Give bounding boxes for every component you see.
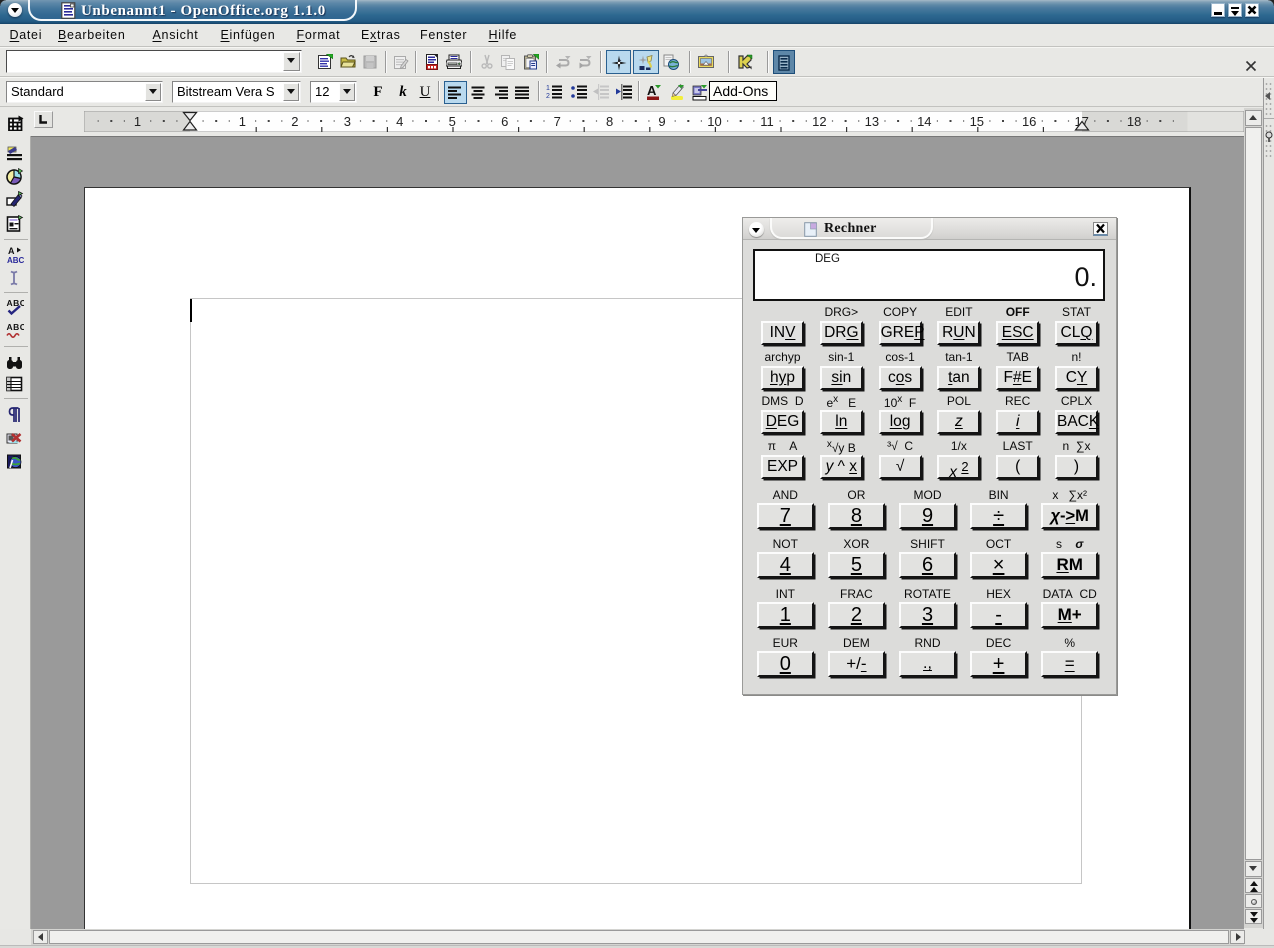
svg-text:8: 8	[606, 114, 613, 129]
svg-text:1: 1	[546, 85, 550, 92]
svg-text:2: 2	[291, 114, 298, 129]
svg-text:3: 3	[344, 114, 351, 129]
svg-text:A: A	[647, 84, 657, 98]
svg-text:15: 15	[970, 114, 984, 129]
svg-text:ABC: ABC	[7, 256, 24, 264]
svg-text:14: 14	[917, 114, 931, 129]
svg-text:ABC: ABC	[7, 298, 25, 308]
svg-text:4: 4	[396, 114, 403, 129]
svg-text:1: 1	[239, 114, 246, 129]
svg-text:12: 12	[812, 114, 826, 129]
svg-text:18: 18	[1127, 114, 1141, 129]
svg-text:16: 16	[1022, 114, 1036, 129]
svg-text:5: 5	[449, 114, 456, 129]
svg-text:1: 1	[134, 114, 141, 129]
svg-text:2: 2	[546, 93, 550, 100]
svg-text:A: A	[8, 246, 15, 256]
svg-text:7: 7	[554, 114, 561, 129]
svg-text:11: 11	[760, 114, 774, 129]
svg-text:ABC: ABC	[7, 322, 25, 332]
svg-text:10: 10	[707, 114, 721, 129]
svg-text:6: 6	[501, 114, 508, 129]
svg-text:13: 13	[865, 114, 879, 129]
svg-text:9: 9	[658, 114, 665, 129]
